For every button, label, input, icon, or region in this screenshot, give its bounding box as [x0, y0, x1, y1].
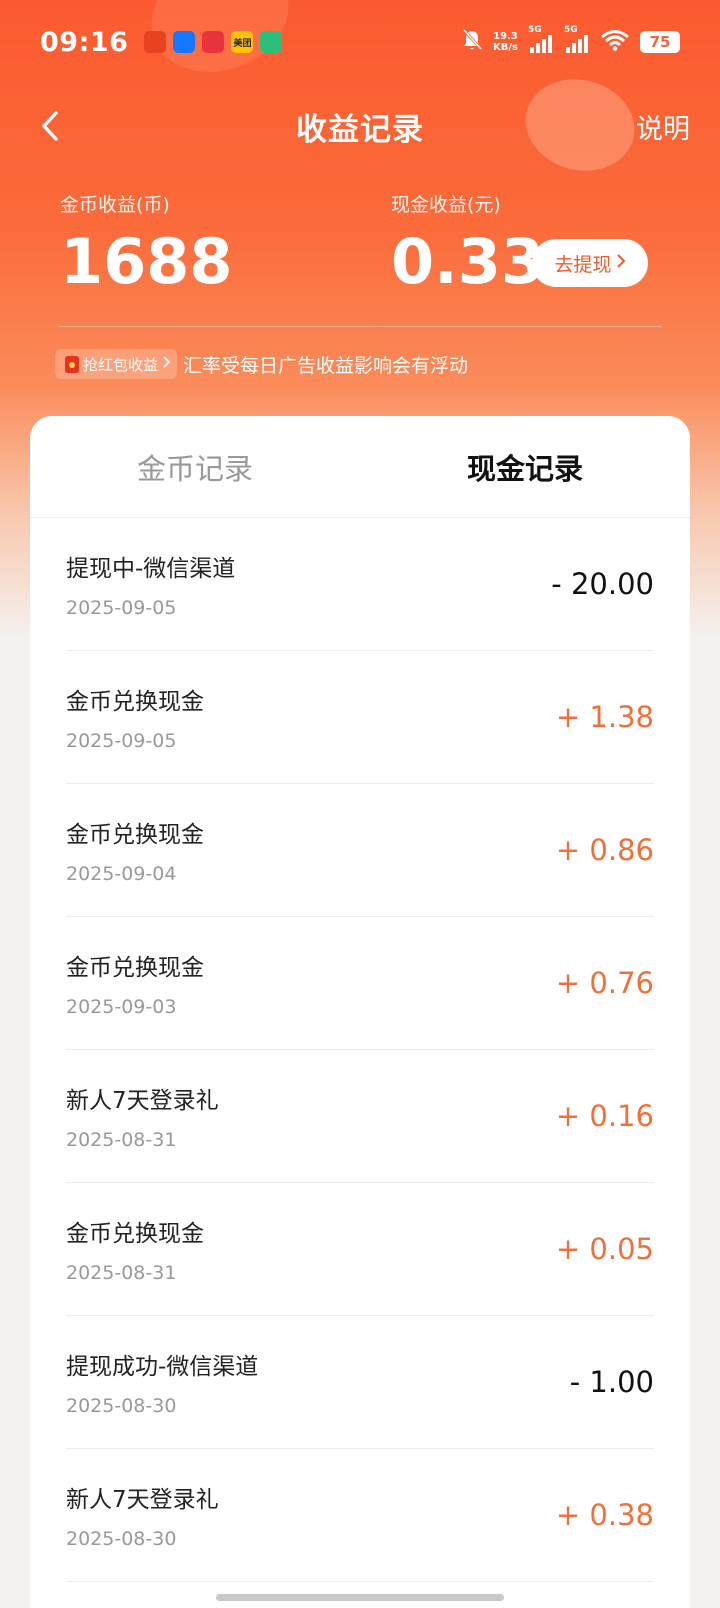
- record-title: 金币兑换现金: [66, 822, 204, 848]
- record-amount: + 1.38: [555, 700, 654, 734]
- record-date: 2025-09-03: [66, 996, 177, 1018]
- record-info: 新人7天登录礼 2025-08-31: [66, 1081, 219, 1151]
- record-title: 提现成功-微信渠道: [66, 1354, 259, 1380]
- chevron-right-icon: [616, 252, 626, 274]
- record-date: 2025-08-31: [66, 1262, 177, 1284]
- record-row: 金币兑换现金 2025-09-04 + 0.86: [66, 784, 654, 917]
- record-row: 提现中-微信渠道 2025-09-05 - 20.00: [66, 518, 654, 651]
- cash-earnings-value: 0.33: [391, 225, 544, 298]
- signal-icon: 5G: [564, 25, 590, 53]
- record-row: 新人7天登录礼 2025-08-31 + 0.16: [66, 1050, 654, 1183]
- tab-cash-records[interactable]: 现金记录: [360, 416, 690, 517]
- record-row: 金币兑换现金 2025-08-31 + 0.05: [66, 1183, 654, 1316]
- coin-earnings: 金币收益(币) 1688: [60, 190, 233, 295]
- record-title: 金币兑换现金: [66, 955, 204, 981]
- record-date: 2025-09-04: [66, 863, 177, 885]
- sim1-label: 5G: [528, 25, 542, 35]
- red-packet-earnings-tag[interactable]: 抢红包收益: [55, 349, 178, 379]
- record-amount: + 0.38: [555, 1498, 654, 1532]
- record-info: 金币兑换现金 2025-08-31: [66, 1214, 204, 1284]
- record-date: 2025-08-30: [66, 1395, 177, 1417]
- mute-icon: [461, 28, 483, 56]
- status-time: 09:16: [40, 26, 129, 58]
- alipay-icon: [173, 31, 196, 53]
- record-info: 金币兑换现金 2025-09-03: [66, 948, 204, 1018]
- red-packet-icon: [65, 355, 79, 373]
- record-title: 新人7天登录礼: [66, 1088, 219, 1114]
- red-packet-tag-label: 抢红包收益: [83, 355, 159, 374]
- pinduoduo-icon: [202, 31, 225, 53]
- withdraw-button-label: 去提现: [554, 253, 612, 276]
- home-indicator[interactable]: [216, 1594, 504, 1601]
- record-title: 提现中-微信渠道: [66, 556, 236, 582]
- record-info: 金币兑换现金 2025-09-04: [66, 815, 204, 885]
- cash-earnings: 现金收益(元) 0.33: [391, 190, 544, 295]
- record-info: 金币兑换现金 2025-09-05: [66, 682, 204, 752]
- records-tabs: 金币记录 现金记录: [30, 416, 690, 518]
- page-title: 收益记录: [296, 111, 424, 148]
- explain-link[interactable]: 说明: [636, 107, 690, 146]
- record-info: 提现成功-微信渠道 2025-08-30: [66, 1347, 258, 1417]
- record-row: 金币兑换现金 2025-09-05 + 1.38: [66, 651, 654, 784]
- record-row: 新人7天登录礼 2025-08-30 + 0.38: [66, 1449, 654, 1582]
- record-date: 2025-09-05: [66, 597, 177, 619]
- record-date: 2025-08-30: [66, 1528, 177, 1550]
- exchange-rate-note: 抢红包收益 汇率受每日广告收益影响会有浮动: [55, 349, 468, 379]
- network-speed-unit: KB/s: [493, 42, 518, 53]
- app-icon: [260, 31, 283, 53]
- exchange-rate-note-text: 汇率受每日广告收益影响会有浮动: [183, 354, 469, 377]
- record-title: 金币兑换现金: [66, 1221, 204, 1247]
- record-info: 新人7天登录礼 2025-08-30: [66, 1480, 219, 1550]
- divider: [58, 326, 662, 327]
- wifi-icon: [600, 29, 630, 55]
- tab-coin-records[interactable]: 金币记录: [30, 416, 360, 517]
- record-amount: + 0.86: [555, 833, 654, 867]
- network-speed: 19.3 KB/s: [493, 31, 518, 53]
- record-date: 2025-08-31: [66, 1129, 177, 1151]
- record-row: 金币兑换现金 2025-09-03 + 0.76: [66, 917, 654, 1050]
- taobao-icon: [144, 31, 167, 53]
- record-amount: - 20.00: [551, 567, 654, 601]
- record-title: 新人7天登录礼: [66, 1487, 219, 1513]
- coin-earnings-value: 1688: [60, 225, 233, 298]
- network-speed-value: 19.3: [493, 31, 518, 42]
- battery-icon: 75: [640, 31, 680, 53]
- record-title: 金币兑换现金: [66, 689, 204, 715]
- sim2-label: 5G: [564, 25, 578, 35]
- coin-earnings-label: 金币收益(币): [60, 194, 170, 216]
- record-row: 提现成功-微信渠道 2025-08-30 - 1.00: [66, 1316, 654, 1449]
- record-date: 2025-09-05: [66, 730, 177, 752]
- record-amount: + 0.16: [555, 1099, 654, 1133]
- meituan-icon: 美团: [231, 31, 254, 53]
- back-arrow-icon[interactable]: [36, 110, 68, 142]
- signal-icon: 5G: [528, 25, 554, 53]
- withdraw-button[interactable]: 去提现: [532, 239, 648, 287]
- record-amount: + 0.05: [555, 1232, 654, 1266]
- top-nav-bar: 收益记录 说明: [0, 96, 720, 156]
- records-list: 提现中-微信渠道 2025-09-05 - 20.00 金币兑换现金 2025-09-0…: [30, 518, 690, 1582]
- status-bar: 09:16 美团 19.3 KB/s 5G 5G 75: [0, 0, 720, 84]
- chevron-right-icon: [162, 355, 171, 373]
- record-amount: - 1.00: [569, 1365, 654, 1399]
- record-amount: + 0.76: [555, 966, 654, 1000]
- cash-earnings-label: 现金收益(元): [391, 194, 501, 216]
- notification-app-icons: 美团: [144, 31, 283, 53]
- record-info: 提现中-微信渠道 2025-09-05: [66, 549, 235, 619]
- records-card: 金币记录 现金记录 提现中-微信渠道 2025-09-05 - 20.00 金币兑换现金…: [30, 416, 690, 1608]
